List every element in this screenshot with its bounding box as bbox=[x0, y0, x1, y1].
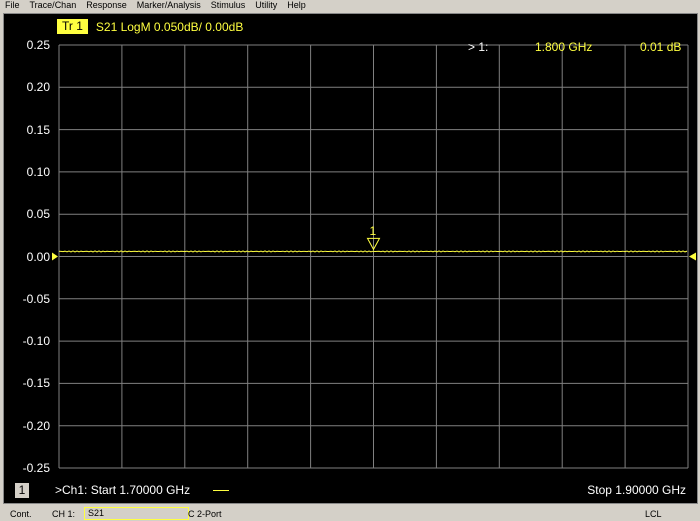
y-tick-label: 0.15 bbox=[26, 122, 50, 137]
sweep-mode: Cont. bbox=[10, 509, 32, 519]
start-frequency[interactable]: >Ch1: Start 1.70000 GHz bbox=[55, 483, 190, 497]
status-channel: CH 1: bbox=[52, 509, 76, 519]
graticule bbox=[52, 44, 696, 469]
y-tick-label: -0.20 bbox=[22, 418, 50, 433]
remote-status: LCL bbox=[645, 509, 662, 519]
trace-scale-label: S21 LogM 0.050dB/ 0.00dB bbox=[95, 19, 244, 34]
channel-number-badge[interactable]: 1 bbox=[15, 483, 29, 498]
marker-1-label: 1 bbox=[369, 224, 377, 238]
marker-readout-freq: 1.800 GHz bbox=[535, 40, 593, 54]
trace-header[interactable]: Tr 1 S21 LogM 0.050dB/ 0.00dB bbox=[57, 19, 243, 34]
y-tick-label: 0.05 bbox=[26, 207, 50, 222]
y-tick-label: -0.05 bbox=[22, 291, 50, 306]
y-tick-label: -0.25 bbox=[22, 461, 50, 475]
y-tick-label: 0.25 bbox=[26, 38, 50, 52]
trace-color-swatch bbox=[213, 490, 229, 491]
y-tick-label: 0.20 bbox=[26, 80, 50, 95]
marker-readout-value: 0.01 dB bbox=[640, 40, 682, 54]
status-bar: Cont. CH 1: S21 C 2-Port LCL bbox=[0, 506, 700, 521]
y-tick-label: -0.10 bbox=[22, 334, 50, 349]
y-tick-label: 0.10 bbox=[26, 164, 50, 179]
calibration-status: C 2-Port bbox=[188, 509, 222, 519]
y-tick-label: -0.15 bbox=[22, 376, 50, 391]
reference-level-right-arrow bbox=[689, 252, 696, 261]
stop-frequency[interactable]: Stop 1.90000 GHz bbox=[587, 483, 686, 497]
y-tick-label: 0.00 bbox=[26, 249, 50, 264]
active-measurement[interactable]: S21 bbox=[84, 507, 189, 520]
reference-level-left-arrow bbox=[52, 252, 58, 261]
marker-readout-label: > 1: bbox=[468, 40, 489, 54]
trace-badge[interactable]: Tr 1 bbox=[57, 19, 88, 34]
